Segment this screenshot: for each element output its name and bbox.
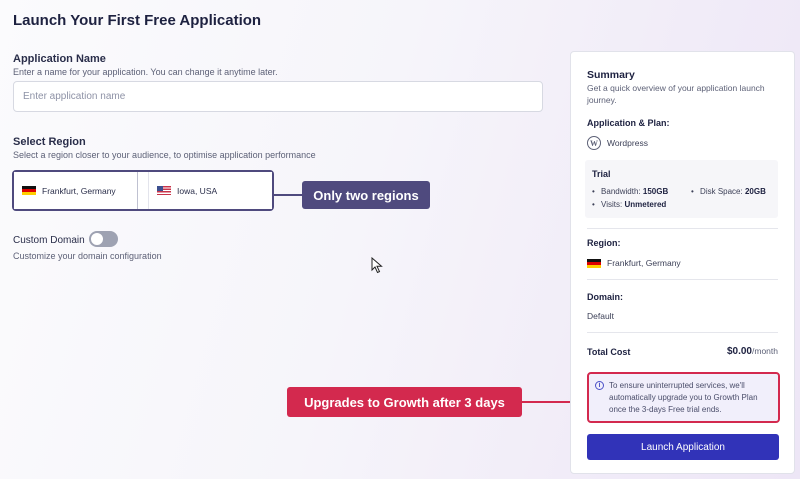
region-option-label: Iowa, USA: [177, 185, 218, 196]
region-heading: Region:: [587, 238, 621, 248]
germany-flag-icon: [587, 258, 601, 268]
select-region-label: Select Region: [13, 136, 86, 148]
region-option-label: Frankfurt, Germany: [42, 185, 116, 196]
summary-panel: Summary Get a quick overview of your app…: [570, 51, 795, 474]
summary-description: Get a quick overview of your application…: [587, 83, 765, 105]
custom-domain-toggle[interactable]: [89, 231, 118, 247]
region-option-frankfurt[interactable]: Frankfurt, Germany: [14, 172, 138, 209]
upgrade-callout: Upgrades to Growth after 3 days: [287, 387, 522, 417]
usa-flag-icon: [157, 186, 171, 195]
custom-domain-label: Custom Domain: [13, 235, 85, 246]
page-title: Launch Your First Free Application: [13, 12, 262, 29]
domain-heading: Domain:: [587, 292, 623, 302]
summary-region: Frankfurt, Germany: [587, 258, 681, 268]
upgrade-notice: i To ensure uninterrupted services, we'l…: [587, 372, 780, 423]
divider: [587, 279, 778, 280]
application-name-input[interactable]: [13, 81, 543, 112]
mouse-cursor-icon: [371, 257, 383, 274]
domain-value: Default: [587, 311, 614, 321]
divider: [587, 332, 778, 333]
total-cost-label: Total Cost: [587, 347, 631, 357]
trial-box: Trial Bandwidth: 150GB Disk Space: 20GB …: [585, 160, 778, 218]
toggle-knob: [90, 232, 104, 246]
divider: [587, 228, 778, 229]
summary-title: Summary: [587, 69, 635, 81]
upgrade-notice-text: To ensure uninterrupted services, we'll …: [609, 381, 758, 414]
app-plan-heading: Application & Plan:: [587, 118, 670, 128]
regions-callout-connector: [274, 194, 302, 196]
region-option-iowa[interactable]: Iowa, USA: [148, 172, 272, 209]
select-region-help: Select a region closer to your audience,…: [13, 150, 316, 160]
trial-heading: Trial: [592, 169, 611, 179]
app-name: Wordpress: [607, 138, 648, 148]
bandwidth-item: Bandwidth: 150GB: [592, 187, 668, 196]
summary-region-value: Frankfurt, Germany: [607, 258, 681, 268]
launch-application-button[interactable]: Launch Application: [587, 434, 779, 460]
custom-domain-help: Customize your domain configuration: [13, 251, 162, 261]
total-cost: $0.00/month: [727, 346, 778, 357]
regions-callout: Only two regions: [302, 181, 430, 209]
total-cost-period: /month: [752, 346, 778, 356]
application-name-label: Application Name: [13, 53, 106, 65]
wordpress-icon: W: [587, 136, 601, 150]
visits-item: Visits: Unmetered: [592, 200, 666, 209]
application-name-help: Enter a name for your application. You c…: [13, 67, 278, 77]
germany-flag-icon: [22, 186, 36, 195]
info-icon: i: [595, 381, 604, 390]
total-cost-amount: $0.00: [726, 346, 752, 357]
disk-space-item: Disk Space: 20GB: [691, 187, 766, 196]
